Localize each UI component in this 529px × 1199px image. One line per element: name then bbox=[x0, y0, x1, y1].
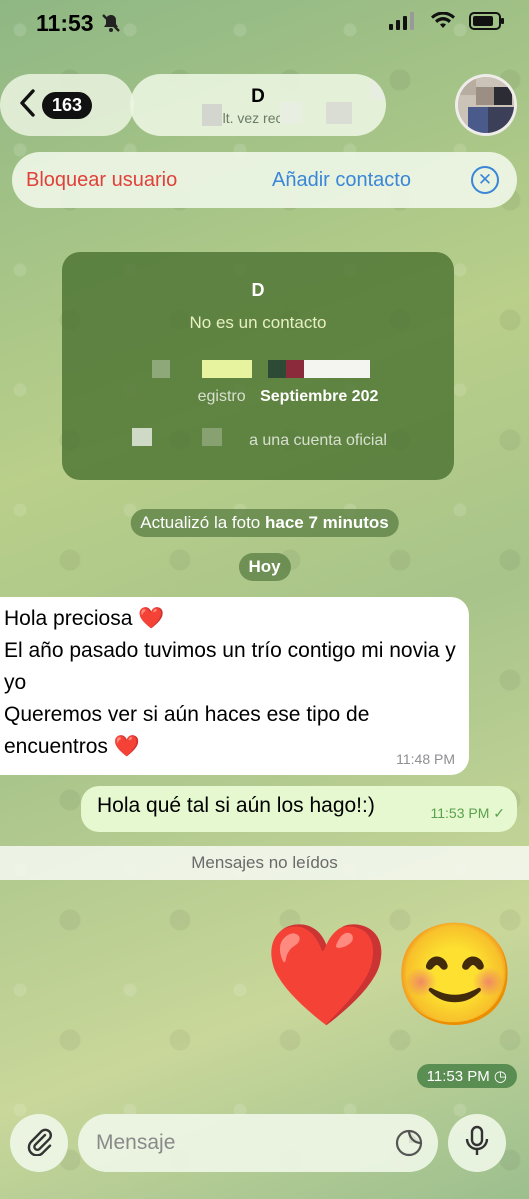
message-line: El año pasado tuvimos un trío contigo mi… bbox=[4, 639, 456, 694]
status-bar: 11:53 bbox=[0, 0, 529, 48]
redaction-pixels bbox=[286, 360, 304, 378]
redaction-pixels bbox=[152, 360, 170, 378]
back-button[interactable]: 163 bbox=[0, 74, 134, 136]
bell-off-icon bbox=[100, 12, 122, 39]
microphone-icon bbox=[464, 1125, 490, 1162]
emoji-message[interactable]: ❤️😊 bbox=[264, 920, 521, 1030]
message-text: Hola qué tal si aún los hago!:) bbox=[97, 794, 375, 817]
incoming-message[interactable]: Hola preciosa ❤️ El año pasado tuvimos u… bbox=[0, 597, 469, 775]
contact-info-card: D No es un contacto egistro Septiembre 2… bbox=[62, 252, 454, 480]
block-user-button[interactable]: Bloquear usuario bbox=[26, 169, 177, 192]
date-divider: Hoy bbox=[238, 553, 291, 581]
attach-button[interactable] bbox=[10, 1114, 68, 1172]
outgoing-message[interactable]: Hola qué tal si aún los hago!:) 11:53 PM… bbox=[81, 786, 517, 832]
avatar[interactable] bbox=[455, 74, 517, 136]
cellular-signal-icon bbox=[389, 12, 417, 35]
unread-divider: Mensajes no leídos bbox=[0, 846, 529, 880]
wifi-icon bbox=[431, 11, 455, 35]
clock-icon: ◷ bbox=[493, 1068, 507, 1085]
add-contact-button[interactable]: Añadir contacto bbox=[272, 169, 411, 192]
message-time: 11:48 PM bbox=[396, 751, 455, 767]
photo-update-notice: Actualizó la foto hace 7 minutos bbox=[130, 509, 399, 537]
close-icon[interactable]: ✕ bbox=[471, 166, 499, 194]
redaction-pixels bbox=[280, 102, 302, 124]
sticker-icon[interactable] bbox=[394, 1128, 424, 1163]
info-contact-status: No es un contacto bbox=[189, 313, 327, 332]
redaction-pixels bbox=[202, 360, 252, 378]
read-check-icon: ✓ bbox=[493, 805, 505, 821]
redaction-pixels bbox=[326, 102, 352, 124]
message-line: Hola preciosa ❤️ bbox=[4, 607, 165, 630]
info-registration: egistro Septiembre 202 bbox=[197, 388, 379, 405]
unread-count-badge: 163 bbox=[42, 91, 93, 119]
info-name: D bbox=[251, 280, 265, 300]
redaction-pixels bbox=[370, 78, 386, 100]
redaction-pixels bbox=[268, 360, 286, 378]
redaction-pixels bbox=[304, 360, 370, 378]
message-time: 11:53 PM ◷ bbox=[416, 1064, 517, 1088]
message-time: 11:53 PM ✓ bbox=[430, 805, 505, 821]
status-time: 11:53 bbox=[36, 10, 94, 36]
paperclip-icon bbox=[24, 1126, 54, 1161]
battery-icon bbox=[469, 12, 505, 35]
message-input[interactable] bbox=[78, 1114, 438, 1172]
unknown-contact-bar: Bloquear usuario Añadir contacto ✕ bbox=[12, 152, 517, 208]
redaction-pixels bbox=[202, 104, 222, 126]
info-official: a una cuenta oficial bbox=[249, 432, 387, 449]
voice-message-button[interactable] bbox=[448, 1114, 506, 1172]
chat-title[interactable]: D últ. vez recién bbox=[130, 74, 386, 136]
chevron-left-icon bbox=[18, 88, 36, 123]
